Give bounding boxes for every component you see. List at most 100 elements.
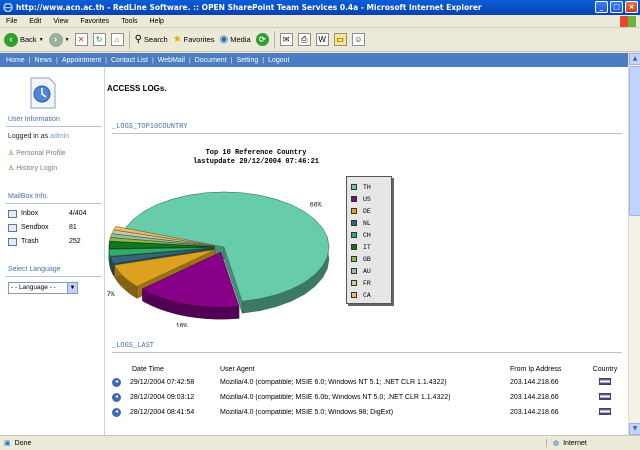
legend-label: CH — [363, 231, 371, 239]
home-icon[interactable]: ⌂ — [110, 33, 124, 46]
maximize-button[interactable]: □ — [610, 1, 623, 13]
cell-date: 29/12/2004 07:42:58 — [130, 379, 195, 386]
user-info-title: User Information — [8, 116, 60, 123]
nav-logout[interactable]: Logout — [268, 57, 289, 64]
pie-data-label: 66% — [310, 202, 322, 209]
mailbox-sendbox[interactable]: Sendbox 81 — [8, 222, 103, 233]
chart-legend: TH US DE NL CH IT GB AU FR CA — [346, 176, 392, 304]
print-icon[interactable]: ⎙ — [297, 33, 311, 46]
nav-appointment[interactable]: Appointment — [62, 57, 101, 64]
cell-agent: Mozilla/4.0 (compatible; MSIE 6.0b; Wind… — [220, 394, 451, 401]
chevron-down-icon: ▼ — [64, 36, 70, 43]
menu-file[interactable]: File — [6, 18, 17, 25]
menu-view[interactable]: View — [53, 18, 68, 25]
inbox-label: Inbox — [21, 210, 39, 217]
legend-swatch — [351, 232, 357, 238]
back-button[interactable]: ‹ Back ▼ — [4, 30, 44, 50]
personal-profile-link[interactable]: ♙ Personal Profile — [8, 149, 66, 157]
personal-profile-label: Personal Profile — [16, 150, 66, 157]
legend-item: CH — [347, 229, 391, 241]
legend-item: FR — [347, 277, 391, 289]
mail-icon[interactable]: ✉ — [279, 33, 293, 46]
table-row: ◂ 29/12/2004 07:42:58 Mozilla/4.0 (compa… — [112, 375, 622, 390]
profile-icon: ♙ — [8, 150, 15, 157]
pie-data-label: 7% — [107, 291, 115, 298]
mailbox-inbox[interactable]: Inbox 4/404 — [8, 208, 103, 219]
forward-arrow-icon: › — [48, 32, 63, 47]
media-button[interactable]: ◉ Media — [220, 30, 251, 50]
zone-text: Internet — [563, 439, 587, 447]
legend-label: GB — [363, 255, 371, 263]
favorites-label: Favorites — [183, 35, 215, 44]
page-content: User Information Logged in as admin ♙ Pe… — [0, 67, 628, 435]
back-arrow-icon: ‹ — [4, 32, 18, 47]
scroll-down-button[interactable]: ▼ — [629, 423, 640, 435]
nav-home[interactable]: Home — [6, 57, 25, 64]
menu-bar: File Edit View Favorites Tools Help — [0, 15, 640, 28]
scroll-thumb[interactable] — [629, 66, 640, 216]
divider — [6, 126, 102, 127]
country-flag-icon — [599, 378, 611, 385]
history-login-link[interactable]: ♙ History Login — [8, 164, 57, 172]
minimize-button[interactable]: _ — [595, 1, 608, 13]
legend-swatch — [351, 220, 357, 226]
country-flag-icon — [599, 408, 611, 415]
scroll-up-button[interactable]: ▲ — [629, 53, 640, 65]
legend-swatch — [351, 280, 357, 286]
menu-edit[interactable]: Edit — [29, 18, 41, 25]
discuss-icon[interactable]: ▭ — [333, 33, 347, 46]
messenger-icon[interactable]: ☺ — [351, 33, 365, 46]
mailbox-trash[interactable]: Trash 252 — [8, 236, 103, 247]
legend-swatch — [351, 292, 357, 298]
nav-document[interactable]: Document — [195, 57, 227, 64]
close-button[interactable]: × — [625, 1, 638, 13]
legend-swatch — [351, 208, 357, 214]
site-nav-bar: Home | News | Appointment | Contact List | W… — [0, 53, 628, 67]
legend-swatch — [351, 268, 357, 274]
chevron-down-icon[interactable]: ▼ — [67, 283, 77, 293]
trash-icon — [8, 237, 17, 246]
edit-icon[interactable]: W — [315, 33, 329, 46]
favorites-button[interactable]: ★ Favorites — [173, 30, 215, 50]
legend-item: TH — [347, 181, 391, 193]
legend-label: FR — [363, 279, 371, 287]
log-entry-icon: ◂ — [112, 393, 121, 402]
nav-contact-list[interactable]: Contact List — [111, 57, 148, 64]
language-select[interactable]: - - Language - - ▼ — [8, 282, 78, 294]
history-icon[interactable]: ⟳ — [255, 33, 269, 46]
nav-news[interactable]: News — [35, 57, 53, 64]
window-title: http://www.acn.ac.th - RedLine Software.… — [16, 3, 482, 12]
search-button[interactable]: ⚲ Search — [135, 30, 168, 50]
cell-ip: 203.144.218.66 — [510, 409, 559, 416]
media-label: Media — [230, 35, 251, 44]
legend-label: AU — [363, 267, 371, 275]
status-bar: ▣ Done ◍ Internet — [0, 435, 640, 450]
refresh-icon[interactable]: ↻ — [92, 33, 106, 46]
status-text: Done — [14, 439, 32, 447]
window-title-bar[interactable]: http://www.acn.ac.th - RedLine Software.… — [0, 0, 640, 15]
media-icon: ◉ — [219, 34, 229, 45]
menu-favorites[interactable]: Favorites — [80, 18, 109, 25]
stop-icon[interactable]: ✕ — [74, 33, 88, 46]
menu-tools[interactable]: Tools — [121, 18, 137, 25]
log-entry-icon: ◂ — [112, 378, 121, 387]
sidebar: User Information Logged in as admin ♙ Pe… — [0, 67, 105, 435]
toolbar-separator — [273, 30, 275, 49]
sendbox-icon — [8, 223, 17, 232]
browser-toolbar: ‹ Back ▼ › ▼ ✕ ↻ ⌂ ⚲ Search ★ Favorites … — [0, 28, 640, 52]
pie-data-label: 16% — [176, 322, 188, 327]
nav-webmail[interactable]: WebMail — [158, 57, 185, 64]
legend-label: DE — [363, 207, 371, 215]
legend-swatch — [351, 244, 357, 250]
page-done-icon: ▣ — [4, 440, 11, 447]
divider — [6, 276, 102, 277]
legend-item: DE — [347, 205, 391, 217]
nav-setting[interactable]: Setting — [236, 57, 258, 64]
forward-button[interactable]: › ▼ — [48, 30, 70, 50]
divider — [112, 352, 622, 353]
menu-help[interactable]: Help — [150, 18, 164, 25]
legend-item: CA — [347, 289, 391, 301]
logged-in-user[interactable]: admin — [50, 133, 69, 140]
vertical-scrollbar[interactable]: ▲ ▼ — [628, 53, 640, 435]
legend-item: NL — [347, 217, 391, 229]
